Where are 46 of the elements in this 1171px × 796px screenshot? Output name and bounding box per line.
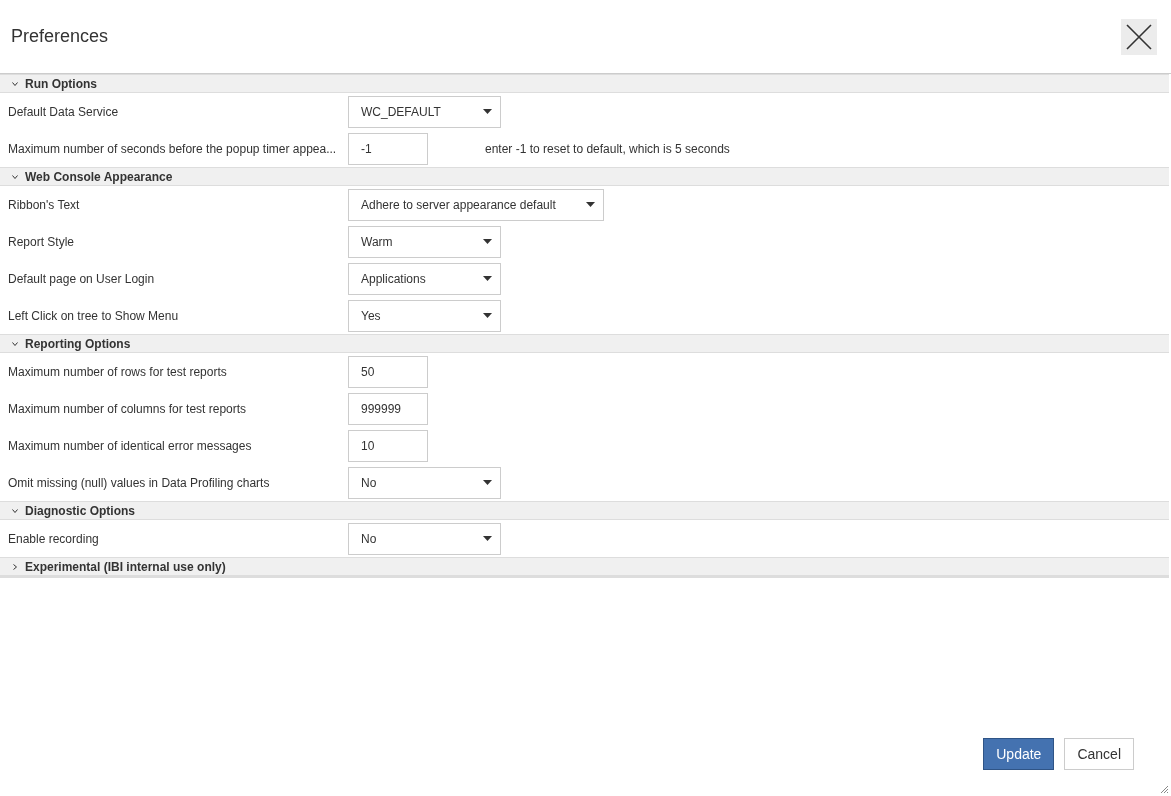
field-label: Maximum number of rows for test reports xyxy=(7,364,228,379)
dialog-title: Preferences xyxy=(11,26,109,47)
field-label: Default Data Service xyxy=(7,104,120,119)
section-header[interactable]: Web Console Appearance xyxy=(0,167,1169,186)
field-label: Omit missing (null) values in Data Profiling charts xyxy=(7,475,271,490)
field-label: Enable recording xyxy=(7,531,100,546)
dropdown[interactable]: Warm xyxy=(348,225,501,258)
input-field[interactable]: 999999 xyxy=(348,392,428,425)
caret-icon xyxy=(483,480,492,485)
caret-icon xyxy=(483,313,492,318)
caret-icon xyxy=(483,239,492,244)
dropdown[interactable]: No xyxy=(348,466,501,499)
close-button[interactable] xyxy=(1121,18,1157,55)
field-label: Maximum number of identical error messages xyxy=(7,438,253,453)
dropdown[interactable]: Adhere to server appearance default xyxy=(348,188,604,221)
dropdown[interactable]: Yes xyxy=(348,299,501,332)
field-label: Default page on User Login xyxy=(7,271,156,286)
dialog-button[interactable]: Update xyxy=(983,738,1055,770)
section-header[interactable]: Diagnostic Options xyxy=(0,501,1169,520)
caret-icon xyxy=(483,536,492,541)
caret-icon xyxy=(585,202,595,207)
section-header[interactable]: Run Options xyxy=(0,74,1169,93)
field-label: Ribbon's Text xyxy=(7,197,81,212)
field-label: Report Style xyxy=(7,234,76,249)
field-label: Maximum number of columns for test reports xyxy=(7,401,248,416)
dialog-button[interactable]: Cancel xyxy=(1064,738,1134,770)
chevron-right-icon xyxy=(12,563,18,570)
chevron-down-icon xyxy=(12,340,18,347)
close-icon xyxy=(1126,23,1152,50)
dropdown[interactable]: No xyxy=(348,522,501,555)
section-header[interactable]: Reporting Options xyxy=(0,334,1169,353)
section-header[interactable]: Experimental (IBI internal use only) xyxy=(0,557,1169,576)
field-label: Left Click on tree to Show Menu xyxy=(7,308,180,323)
hint-text: enter -1 to reset to default, which is 5 seconds xyxy=(485,141,730,156)
caret-icon xyxy=(483,276,492,281)
input-field[interactable]: -1 xyxy=(348,132,428,165)
input-field[interactable]: 10 xyxy=(348,429,428,462)
resize-grip-icon xyxy=(1160,785,1168,793)
input-field[interactable]: 50 xyxy=(348,355,428,388)
dropdown[interactable]: Applications xyxy=(348,262,501,295)
dropdown[interactable]: WC_DEFAULT xyxy=(348,95,501,128)
chevron-down-icon xyxy=(12,173,18,180)
chevron-down-icon xyxy=(12,507,18,514)
field-label: Maximum number of seconds before the popup timer appea... xyxy=(7,141,338,156)
caret-icon xyxy=(483,109,492,114)
chevron-down-icon xyxy=(12,80,18,87)
